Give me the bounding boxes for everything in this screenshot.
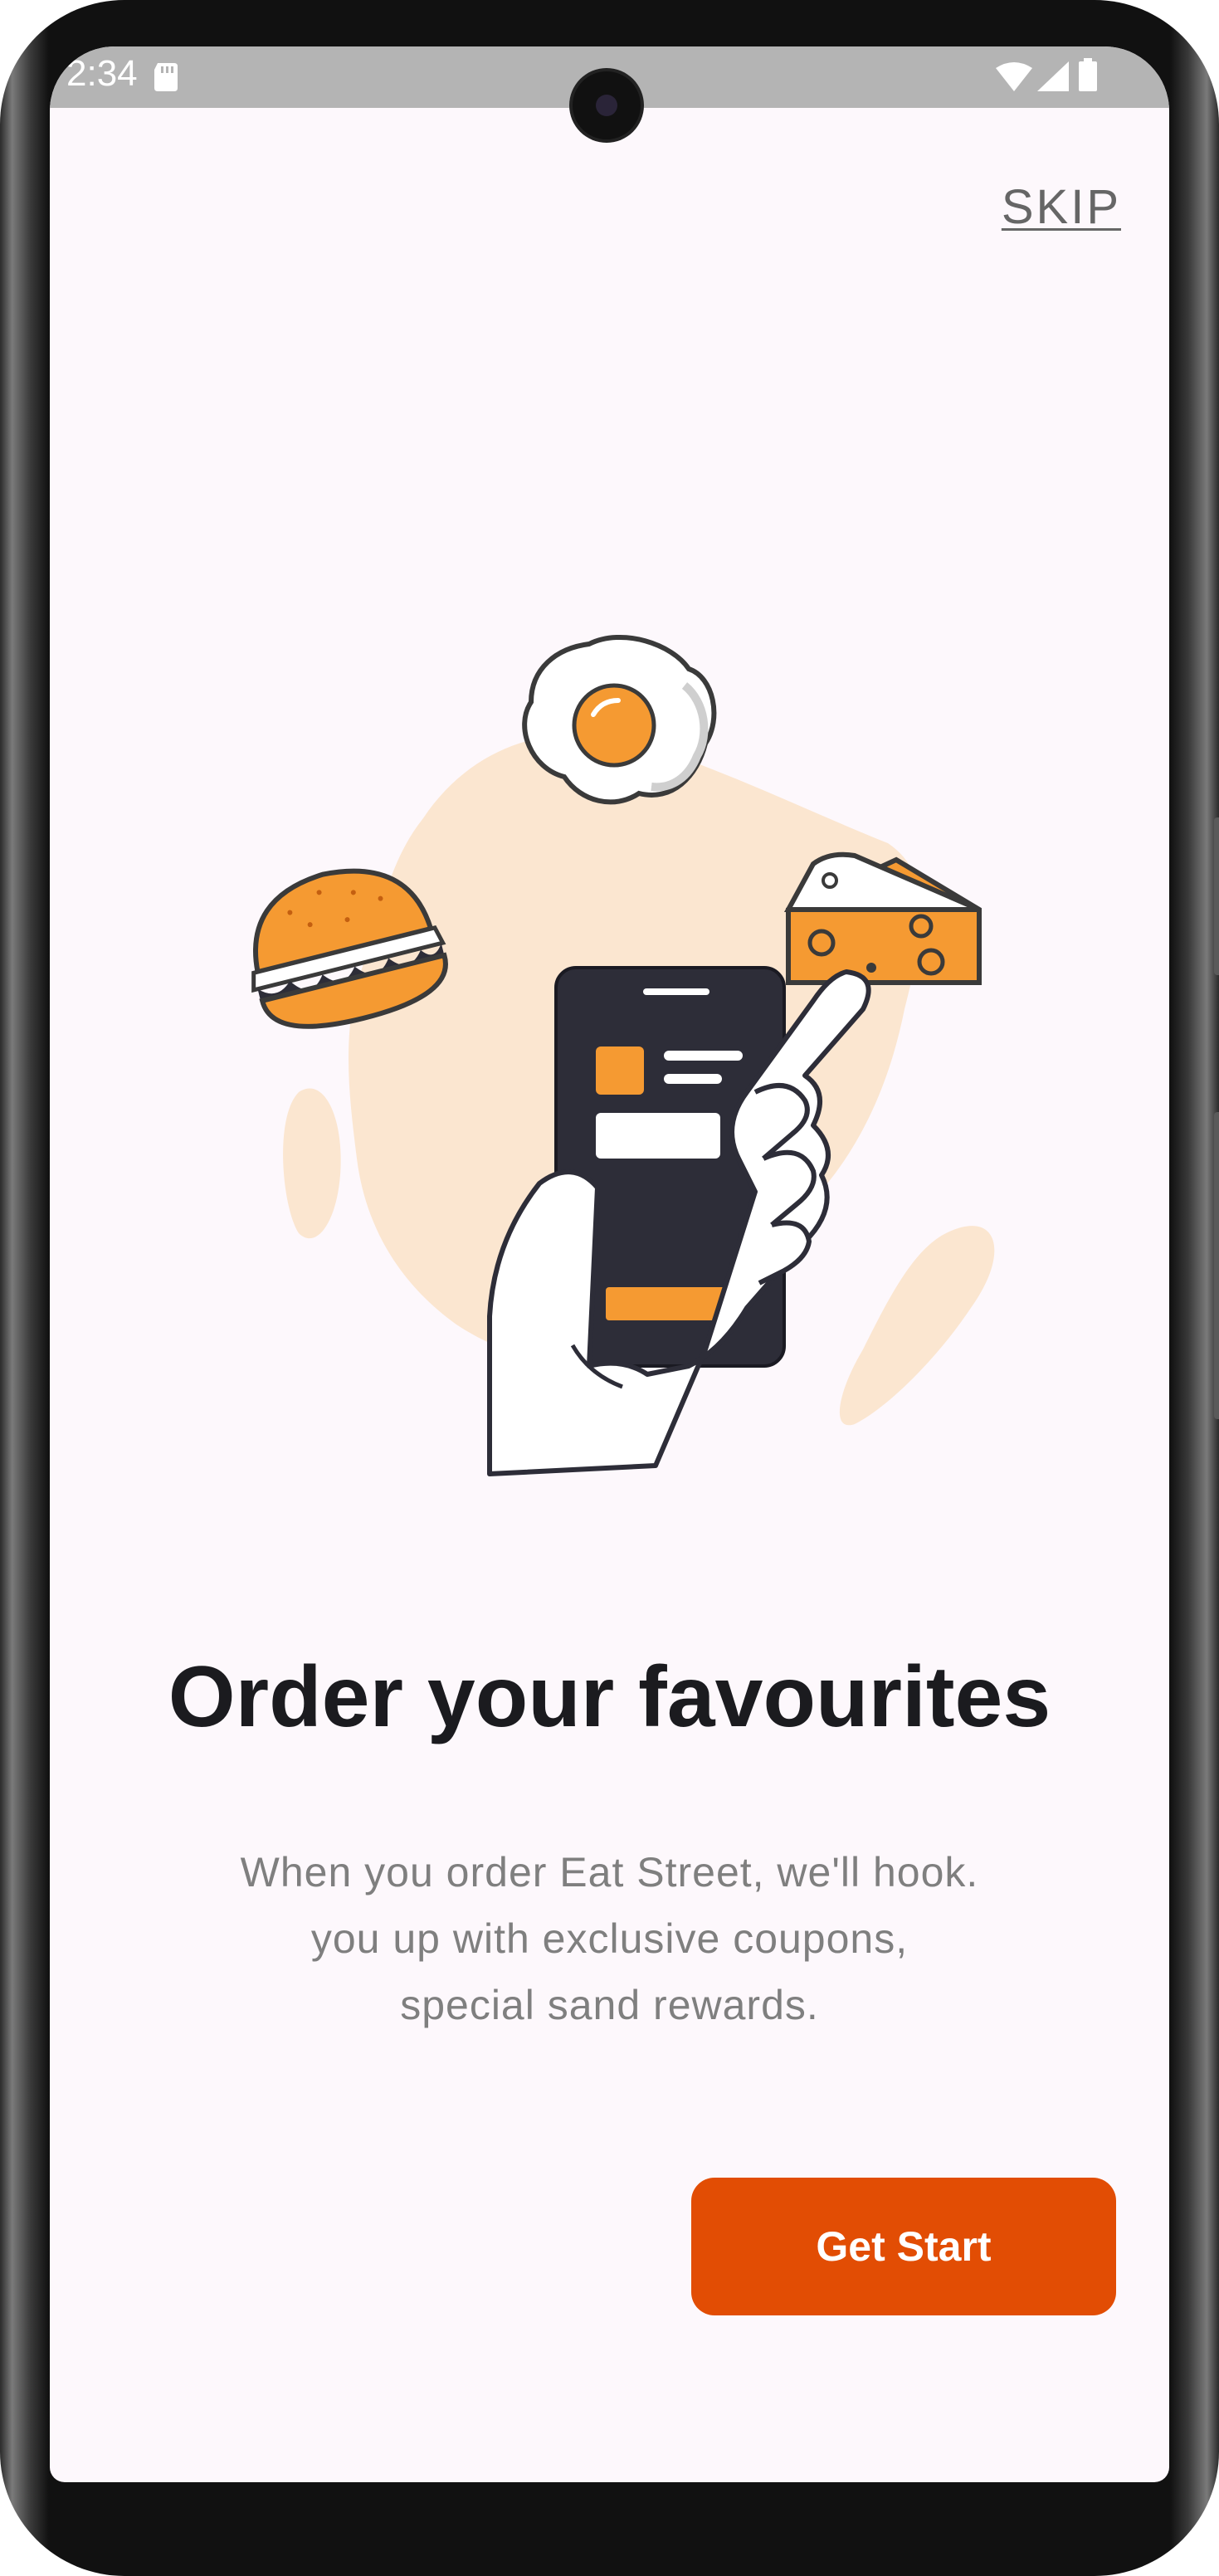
- sd-card-icon: [154, 63, 178, 91]
- phone-screen: 2:34 SKIP Order your favourites When you…: [50, 46, 1169, 2482]
- battery-icon: [1079, 58, 1097, 91]
- description-line-1: When you order Eat Street, we'll hook.: [240, 1849, 979, 1895]
- wifi-icon: [996, 62, 1032, 91]
- cell-signal-icon: [1037, 61, 1069, 91]
- description-line-3: special sand rewards.: [400, 1982, 819, 2028]
- background-blob-left: [283, 1088, 341, 1239]
- onboarding-title: Order your favourites: [168, 1649, 1051, 1745]
- power-button: [1214, 817, 1219, 975]
- onboarding-description: When you order Eat Street, we'll hook. y…: [50, 1839, 1169, 2038]
- description-line-2: you up with exclusive coupons,: [310, 1915, 909, 1962]
- status-time: 2:34: [66, 53, 138, 94]
- volume-button: [1214, 1112, 1219, 1419]
- cheese-icon: [783, 851, 982, 985]
- background-blob-right: [839, 1226, 995, 1426]
- front-camera: [573, 71, 641, 139]
- skip-link[interactable]: SKIP: [1002, 179, 1121, 235]
- food-order-illustration: [251, 635, 995, 1476]
- get-start-button[interactable]: Get Start: [691, 2178, 1116, 2315]
